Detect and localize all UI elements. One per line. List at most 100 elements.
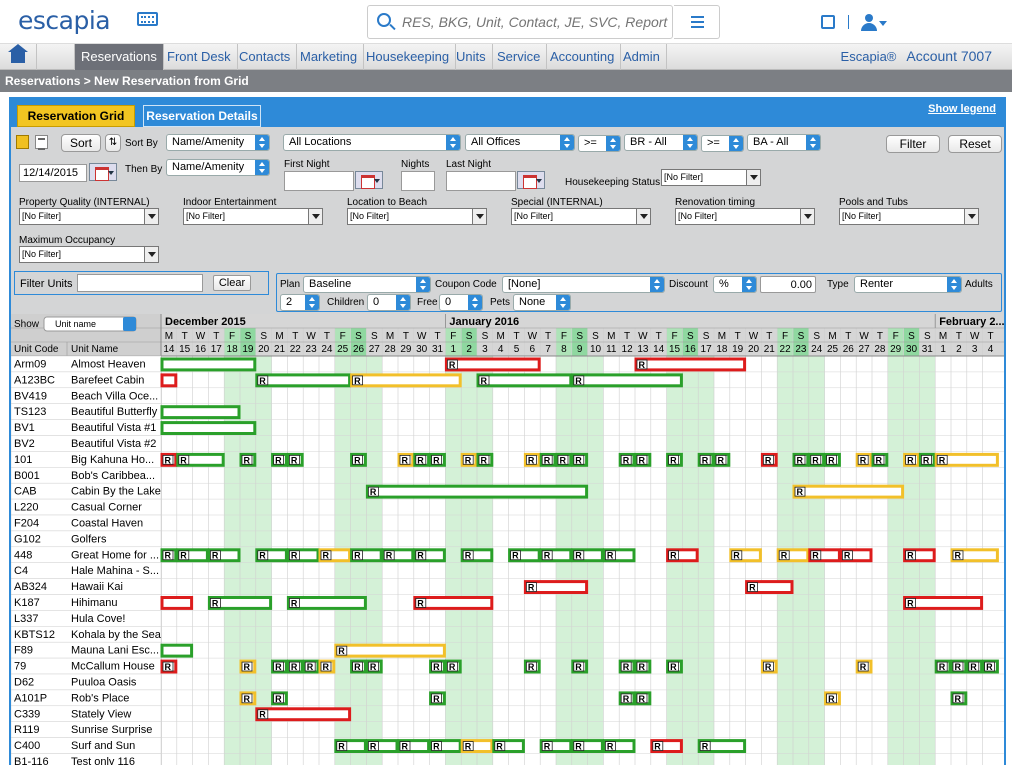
nav-home[interactable] (0, 44, 37, 70)
filter-entertainment-select[interactable]: [No Filter] (183, 208, 323, 225)
reservation-r-label: R (465, 455, 472, 465)
show-legend-link[interactable]: Show legend (928, 103, 996, 115)
home-icon[interactable] (8, 44, 28, 63)
filter-pools-select[interactable]: [No Filter] (839, 208, 979, 225)
reservation-r-label: R (828, 694, 835, 704)
reservation-r-label: R (544, 455, 551, 465)
booking-bar[interactable] (634, 357, 747, 372)
booking-bar[interactable] (903, 596, 984, 610)
type-select[interactable]: Renter (854, 276, 962, 293)
chevron-icon (144, 247, 158, 262)
coupon-select[interactable]: [None] (502, 276, 665, 293)
filter-quality-select[interactable]: [No Filter] (19, 208, 159, 225)
children-select[interactable]: 0 (367, 294, 411, 311)
unit-name: Sunrise Surprise (71, 724, 152, 736)
clear-button[interactable]: Clear (213, 275, 251, 291)
booking-bar[interactable] (571, 373, 683, 388)
sort-button[interactable]: Sort (61, 134, 101, 152)
type-value: Renter (860, 278, 894, 290)
free-select[interactable]: 0 (439, 294, 483, 311)
sort-direction-icon[interactable]: ⇅ (105, 134, 121, 152)
list-icon[interactable] (674, 5, 720, 39)
booking-bar[interactable] (334, 643, 446, 658)
housekeeping-label: Housekeeping Status (565, 177, 661, 188)
edit-icon[interactable] (821, 15, 835, 29)
booking-bar[interactable] (160, 357, 257, 372)
booking-bar[interactable] (160, 643, 194, 658)
filter-button[interactable]: Filter (886, 135, 940, 153)
search-box[interactable] (367, 5, 673, 39)
day-label: 25 (337, 344, 349, 355)
filter-occupancy-select[interactable]: [No Filter] (19, 246, 159, 263)
calendar-icon[interactable] (355, 171, 383, 189)
pets-select[interactable]: None (513, 294, 571, 311)
office-select[interactable]: All Offices (465, 134, 575, 151)
reservation-r-label: R (765, 455, 772, 465)
filter-units-input[interactable] (77, 274, 203, 292)
plan-value: Baseline (309, 278, 352, 290)
plan-select[interactable]: Baseline (303, 276, 431, 293)
reservation-r-label: R (323, 551, 330, 561)
nights-input[interactable] (401, 171, 435, 191)
housekeeping-select[interactable]: [No Filter] (661, 169, 761, 186)
folder-icon[interactable] (16, 135, 29, 149)
then-by-select[interactable]: Name/Amenity (166, 159, 270, 176)
booking-bar[interactable] (160, 596, 194, 610)
booking-bar[interactable] (160, 421, 257, 435)
booking-bar[interactable] (365, 484, 589, 499)
reservation-r-label: R (354, 376, 361, 386)
reset-button[interactable]: Reset (948, 135, 1002, 153)
search-input[interactable] (402, 6, 670, 38)
nav-info[interactable]: i (37, 44, 103, 70)
reservation-r-label: R (623, 694, 630, 704)
booking-bar[interactable] (286, 596, 367, 610)
day-label: 16 (195, 344, 207, 355)
bathrooms-select[interactable]: BA - All (747, 134, 821, 151)
filter-renovation-select[interactable]: [No Filter] (675, 208, 815, 225)
first-night-input[interactable] (284, 171, 354, 191)
filter-special-select[interactable]: [No Filter] (511, 208, 651, 225)
discount-input[interactable]: 0.00 (760, 276, 816, 293)
chevron-icon (742, 277, 756, 292)
tab-service[interactable]: Service (491, 44, 548, 70)
booking-bar[interactable] (255, 707, 352, 722)
filter-beach-select[interactable]: [No Filter] (347, 208, 487, 225)
booking-bar[interactable] (792, 484, 905, 499)
booking-bar[interactable] (350, 373, 462, 388)
unit-name: McCallum House (71, 661, 155, 673)
ba-operator-select[interactable]: >= (701, 135, 744, 152)
tab-units[interactable]: Units (450, 44, 493, 70)
tab-front-desk[interactable]: Front Desk (161, 44, 238, 70)
keyboard-icon[interactable] (137, 12, 158, 26)
tab-marketing[interactable]: Marketing (294, 44, 365, 70)
day-label: 31 (922, 344, 934, 355)
chevron-icon (446, 135, 460, 150)
search-icon[interactable] (377, 13, 391, 27)
print-icon[interactable] (35, 135, 48, 150)
tab-reservation-details[interactable]: Reservation Details (143, 105, 261, 127)
tab-housekeeping[interactable]: Housekeeping (360, 44, 457, 70)
calendar-icon[interactable] (517, 171, 545, 189)
booking-bar[interactable] (255, 373, 352, 388)
tab-reservation-grid[interactable]: Reservation Grid (17, 105, 135, 127)
user-icon[interactable] (861, 14, 887, 32)
calendar-icon[interactable] (89, 163, 117, 181)
tab-contacts[interactable]: Contacts (233, 44, 298, 70)
booking-bar[interactable] (444, 357, 541, 372)
discount-type-select[interactable]: % (713, 276, 757, 293)
tab-accounting[interactable]: Accounting (544, 44, 622, 70)
br-operator-select[interactable]: >= (578, 135, 621, 152)
tab-reservations[interactable]: Reservations (75, 44, 164, 70)
sort-by-select[interactable]: Name/Amenity (166, 134, 270, 151)
booking-bar[interactable] (413, 596, 494, 610)
booking-bar[interactable] (476, 373, 573, 388)
start-date-input[interactable]: 12/14/2015 (19, 164, 87, 182)
tab-admin[interactable]: Admin (617, 44, 667, 70)
adults-select[interactable]: 2 (280, 294, 320, 311)
location-select[interactable]: All Locations (283, 134, 461, 151)
filter-value: [No Filter] (22, 211, 62, 221)
last-night-input[interactable] (446, 171, 516, 191)
booking-bar[interactable] (160, 373, 178, 388)
booking-bar[interactable] (160, 405, 241, 420)
bedrooms-select[interactable]: BR - All (624, 134, 698, 151)
